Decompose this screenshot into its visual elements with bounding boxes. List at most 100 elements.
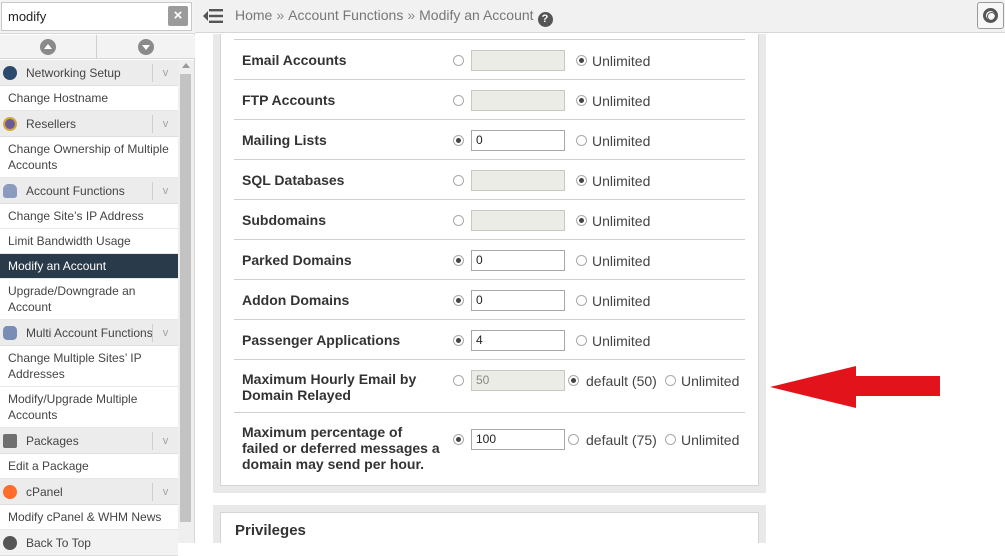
- sidebar-item-edit-package[interactable]: Edit a Package: [0, 454, 178, 479]
- default-radio[interactable]: [568, 375, 579, 386]
- row-label: Parked Domains: [242, 252, 352, 268]
- unlimited-radio[interactable]: [665, 434, 676, 445]
- breadcrumb-separator: »: [276, 7, 285, 23]
- sidebar-item-change-ownership[interactable]: Change Ownership of Multiple Accounts: [0, 137, 178, 178]
- unlimited-radio[interactable]: [576, 215, 587, 226]
- sidebar-item-change-hostname[interactable]: Change Hostname: [0, 86, 178, 111]
- expand-all-icon[interactable]: [138, 39, 154, 55]
- row-label: SQL Databases: [242, 172, 345, 188]
- collapse-all-icon[interactable]: [40, 39, 56, 55]
- value-radio[interactable]: [453, 295, 464, 306]
- value-radio[interactable]: [453, 215, 464, 226]
- clear-search-icon[interactable]: ×: [168, 6, 188, 26]
- row-parked-domains: Parked Domains 0 Unlimited: [234, 239, 745, 279]
- help-icon[interactable]: ?: [537, 12, 553, 27]
- nav-group-packages[interactable]: Packages v: [0, 428, 178, 454]
- unlimited-radio[interactable]: [576, 175, 587, 186]
- nav-group-account-functions[interactable]: Account Functions v: [0, 178, 178, 204]
- collapse-controls: [0, 35, 195, 59]
- unlimited-radio[interactable]: [576, 255, 587, 266]
- arrow-up-icon: [3, 536, 17, 550]
- value-input[interactable]: [471, 90, 565, 111]
- sidebar-item-change-site-ip[interactable]: Change Site’s IP Address: [0, 204, 178, 229]
- sidebar-scrollbar[interactable]: [178, 60, 194, 543]
- nav-group-label: cPanel: [26, 485, 63, 499]
- support-lifebuoy-button[interactable]: [977, 2, 1004, 29]
- breadcrumb-home[interactable]: Home: [235, 7, 272, 23]
- nav-group-resellers[interactable]: Resellers v: [0, 111, 178, 137]
- nav-group-networking-setup[interactable]: Networking Setup v: [0, 60, 178, 86]
- chevron-down-icon[interactable]: v: [152, 483, 178, 501]
- value-input[interactable]: 50: [471, 370, 565, 391]
- back-to-top-label: Back To Top: [26, 536, 91, 550]
- breadcrumb-separator: »: [407, 7, 416, 23]
- chevron-down-icon[interactable]: v: [152, 182, 178, 200]
- unlimited-label: Unlimited: [681, 373, 740, 389]
- unlimited-label: Unlimited: [592, 53, 651, 69]
- unlimited-radio[interactable]: [576, 55, 587, 66]
- back-to-top-link[interactable]: Back To Top: [0, 530, 178, 556]
- unlimited-radio[interactable]: [576, 335, 587, 346]
- value-radio[interactable]: [453, 55, 464, 66]
- unlimited-label: Unlimited: [592, 93, 651, 109]
- row-ftp-accounts: FTP Accounts Unlimited: [234, 79, 745, 119]
- scroll-thumb[interactable]: [180, 74, 191, 522]
- sidebar-item-change-multiple-ips[interactable]: Change Multiple Sites’ IP Addresses: [0, 346, 178, 387]
- lifebuoy-icon: [983, 8, 998, 23]
- chevron-down-icon[interactable]: v: [152, 115, 178, 133]
- row-label: Addon Domains: [242, 292, 350, 308]
- unlimited-label: Unlimited: [592, 173, 651, 189]
- sidebar-item-modify-cpanel-news[interactable]: Modify cPanel & WHM News: [0, 505, 178, 530]
- unlimited-label: Unlimited: [681, 432, 740, 448]
- value-input[interactable]: 0: [471, 250, 565, 271]
- value-input[interactable]: [471, 210, 565, 231]
- value-radio[interactable]: [453, 335, 464, 346]
- row-label: Email Accounts: [242, 52, 347, 68]
- value-radio[interactable]: [453, 255, 464, 266]
- default-label: default (50): [586, 373, 657, 389]
- unlimited-label: Unlimited: [592, 253, 651, 269]
- value-radio[interactable]: [453, 175, 464, 186]
- row-max-hourly-email-relayed: Maximum Hourly Email by Domain Relayed 50…: [234, 359, 745, 412]
- breadcrumb-account-functions[interactable]: Account Functions: [288, 7, 403, 23]
- breadcrumb: Home» Account Functions» Modify an Account…: [235, 7, 553, 27]
- value-radio[interactable]: [453, 95, 464, 106]
- sidebar-item-upgrade-downgrade[interactable]: Upgrade/Downgrade an Account: [0, 279, 178, 320]
- value-radio[interactable]: [453, 135, 464, 146]
- sidebar-item-modify-multiple[interactable]: Modify/Upgrade Multiple Accounts: [0, 387, 178, 428]
- default-label: default (75): [586, 432, 657, 448]
- value-input[interactable]: [471, 170, 565, 191]
- chevron-down-icon[interactable]: v: [152, 324, 178, 342]
- nav-group-cpanel[interactable]: cPanel v: [0, 479, 178, 505]
- row-passenger-applications: Passenger Applications 4 Unlimited: [234, 319, 745, 359]
- nav-group-multi-account-functions[interactable]: Multi Account Functions v: [0, 320, 178, 346]
- value-input[interactable]: 0: [471, 130, 565, 151]
- row-subdomains: Subdomains Unlimited: [234, 199, 745, 239]
- unlimited-radio[interactable]: [576, 95, 587, 106]
- value-input[interactable]: 4: [471, 330, 565, 351]
- nav-group-label: Multi Account Functions: [26, 326, 153, 340]
- resource-limits-table: Email Accounts Unlimited FTP Accounts Un…: [234, 39, 745, 480]
- value-radio[interactable]: [453, 375, 464, 386]
- sidebar-item-limit-bandwidth[interactable]: Limit Bandwidth Usage: [0, 229, 178, 254]
- nav-group-label: Networking Setup: [26, 66, 121, 80]
- sidebar-item-modify-account[interactable]: Modify an Account: [0, 254, 178, 279]
- value-input[interactable]: 0: [471, 290, 565, 311]
- scroll-up-icon[interactable]: [182, 63, 190, 68]
- menu-toggle-icon[interactable]: [203, 8, 223, 24]
- unlimited-radio[interactable]: [576, 295, 587, 306]
- unlimited-radio[interactable]: [576, 135, 587, 146]
- value-radio[interactable]: [453, 434, 464, 445]
- row-label: Mailing Lists: [242, 132, 327, 148]
- chevron-down-icon[interactable]: v: [152, 432, 178, 450]
- value-input[interactable]: [471, 50, 565, 71]
- value-input[interactable]: 100: [471, 429, 565, 450]
- chevron-down-icon[interactable]: v: [152, 64, 178, 82]
- unlimited-radio[interactable]: [665, 375, 676, 386]
- default-radio[interactable]: [568, 434, 579, 445]
- search-input[interactable]: [1, 2, 192, 31]
- cpanel-icon: [3, 485, 17, 499]
- nav-group-label: Packages: [26, 434, 79, 448]
- row-label: Subdomains: [242, 212, 327, 228]
- search-box: ×: [0, 0, 195, 34]
